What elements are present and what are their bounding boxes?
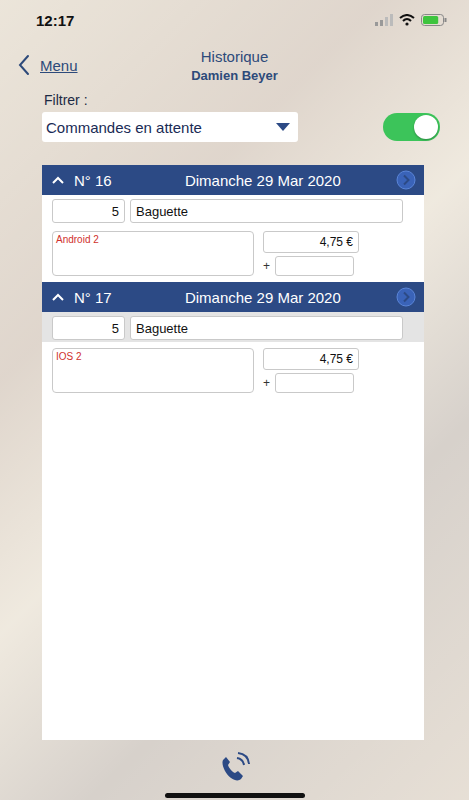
- order-date: Dimanche 29 Mar 2020: [112, 289, 396, 306]
- extra-row: +: [263, 256, 359, 276]
- order-date: Dimanche 29 Mar 2020: [112, 172, 396, 189]
- comment-field[interactable]: IOS 2: [52, 348, 254, 393]
- comment-field[interactable]: Android 2: [52, 231, 254, 276]
- back-label[interactable]: Menu: [40, 57, 78, 74]
- order-item-row[interactable]: 5Baguette: [42, 195, 424, 225]
- price-field: 4,75 €: [263, 348, 359, 370]
- footer-bar: [0, 740, 469, 800]
- toggle-knob: [414, 115, 438, 139]
- price-field: 4,75 €: [263, 231, 359, 253]
- header-bar: Menu Historique Damien Beyer: [0, 40, 469, 90]
- filter-section: Filtrer : Commandes en attente: [0, 90, 469, 142]
- open-order-icon[interactable]: [396, 287, 416, 307]
- filter-label: Filtrer :: [44, 92, 440, 108]
- back-button[interactable]: Menu: [18, 54, 191, 76]
- extra-field[interactable]: [275, 256, 354, 276]
- expand-chevron-icon[interactable]: [52, 293, 64, 301]
- phone-icon[interactable]: [217, 750, 253, 784]
- filter-value: Commandes en attente: [46, 119, 202, 136]
- expand-chevron-icon[interactable]: [52, 176, 64, 184]
- page-title: Historique: [191, 48, 278, 65]
- product-field[interactable]: Baguette: [130, 316, 403, 340]
- order-details: IOS 2 4,75 € +: [42, 342, 424, 399]
- battery-icon: [421, 14, 447, 26]
- plus-label: +: [263, 259, 270, 273]
- order-header[interactable]: N° 16Dimanche 29 Mar 2020: [42, 165, 424, 195]
- price-column: 4,75 € +: [263, 231, 359, 276]
- plus-label: +: [263, 376, 270, 390]
- order-details: Android 2 4,75 € +: [42, 225, 424, 282]
- title-block: Historique Damien Beyer: [191, 48, 278, 83]
- filter-row: Commandes en attente: [44, 112, 440, 142]
- status-bar: 12:17: [0, 0, 469, 40]
- product-field[interactable]: Baguette: [130, 199, 403, 223]
- status-time: 12:17: [36, 12, 74, 29]
- price-column: 4,75 € +: [263, 348, 359, 393]
- signal-icon: [375, 14, 393, 26]
- home-indicator: [165, 793, 305, 798]
- wifi-icon: [399, 14, 415, 26]
- dropdown-arrow-icon: [276, 123, 290, 131]
- extra-field[interactable]: [275, 373, 354, 393]
- open-order-icon[interactable]: [396, 170, 416, 190]
- orders-panel: N° 16Dimanche 29 Mar 20205BaguetteAndroi…: [42, 165, 424, 740]
- order-item-row[interactable]: 5Baguette: [42, 312, 424, 342]
- quantity-field[interactable]: 5: [52, 199, 125, 223]
- order-header[interactable]: N° 17Dimanche 29 Mar 2020: [42, 282, 424, 312]
- filter-dropdown[interactable]: Commandes en attente: [42, 112, 298, 142]
- user-name: Damien Beyer: [191, 68, 278, 83]
- status-icons: [375, 14, 447, 26]
- extra-row: +: [263, 373, 359, 393]
- order-number: N° 17: [74, 289, 112, 306]
- order-number: N° 16: [74, 172, 112, 189]
- quantity-field[interactable]: 5: [52, 316, 125, 340]
- back-chevron-icon: [18, 54, 30, 76]
- filter-toggle[interactable]: [383, 113, 440, 141]
